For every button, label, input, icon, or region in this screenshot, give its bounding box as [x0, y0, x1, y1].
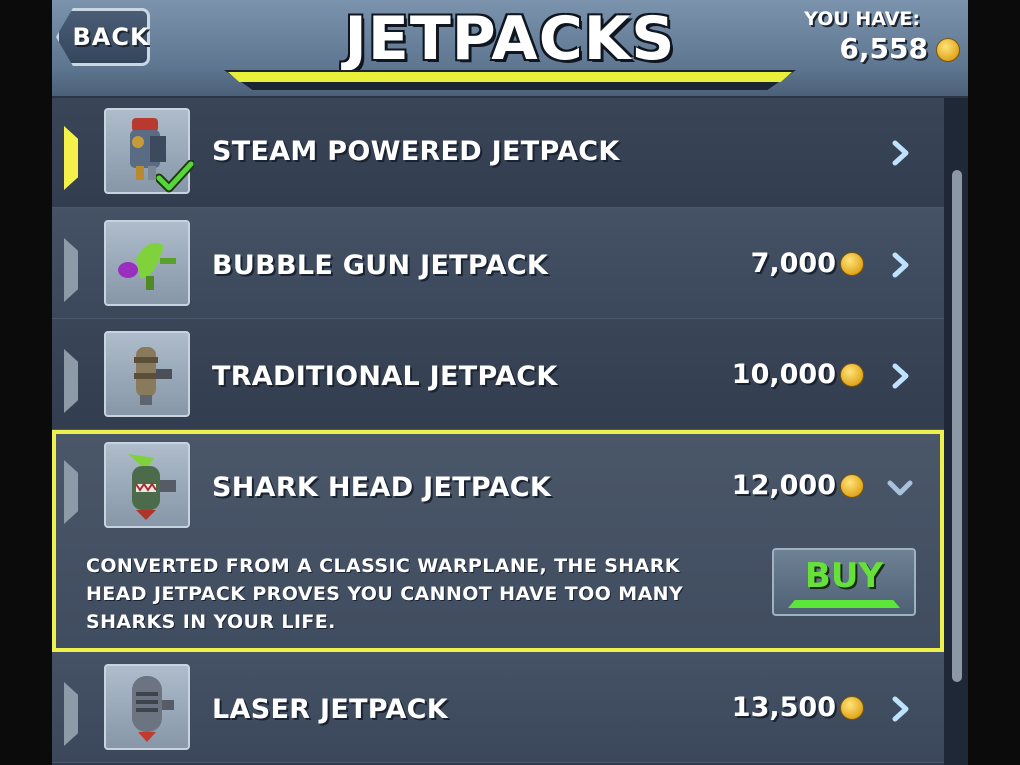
item-name: LASER JETPACK [212, 694, 448, 725]
balance-value: 6,558 [839, 32, 928, 65]
coin-icon [840, 251, 864, 276]
bubble-gun-jetpack-icon [104, 220, 190, 306]
list-item[interactable]: BUBBLE GUN JETPACK 7,000 [52, 208, 944, 319]
list-item[interactable]: TRADITIONAL JETPACK 10,000 [52, 319, 944, 430]
row-marker [64, 682, 78, 746]
title-underline-glow [228, 72, 792, 82]
scrollbar[interactable] [944, 96, 968, 765]
row-marker [64, 349, 78, 413]
item-name: SHARK HEAD JETPACK [212, 472, 552, 503]
buy-button[interactable]: BUY [772, 548, 916, 616]
coin-icon [840, 362, 864, 387]
coin-icon [840, 473, 864, 498]
price-value: 12,000 [731, 470, 836, 501]
list-item-selected[interactable]: SHARK HEAD JETPACK 12,000 CONVERTED FROM… [52, 430, 944, 652]
price-value: 10,000 [731, 359, 836, 390]
chevron-right-icon[interactable] [890, 363, 912, 389]
item-name: BUBBLE GUN JETPACK [212, 250, 549, 281]
checkmark-icon [156, 160, 194, 193]
price: 13,500 [732, 692, 864, 723]
price: 10,000 [732, 359, 864, 390]
laser-jetpack-icon [104, 664, 190, 750]
chevron-down-icon[interactable] [886, 478, 914, 498]
coin-icon [840, 695, 864, 720]
chevron-right-icon[interactable] [890, 252, 912, 278]
item-name: TRADITIONAL JETPACK [212, 361, 558, 392]
chevron-right-icon[interactable] [890, 696, 912, 722]
equipped-marker [64, 126, 78, 190]
traditional-jetpack-icon [104, 331, 190, 417]
list-item[interactable]: LASER JETPACK 13,500 [52, 652, 944, 763]
price: 12,000 [732, 470, 864, 501]
chevron-right-icon[interactable] [890, 140, 912, 166]
buy-label: BUY [804, 556, 884, 596]
price-value: 13,500 [731, 692, 836, 723]
jetpack-list: STEAM POWERED JETPACK BUBBLE GUN JETPACK… [52, 96, 944, 763]
balance-label: YOU HAVE: [804, 8, 920, 30]
item-description: CONVERTED FROM A CLASSIC WARPLANE, THE S… [86, 555, 684, 633]
price-value: 7,000 [750, 248, 836, 279]
row-marker [64, 460, 78, 524]
price: 7,000 [751, 248, 864, 279]
list-item[interactable]: STEAM POWERED JETPACK [52, 96, 944, 208]
shop-screen: BACK JETPACKS YOU HAVE: 6,558 STEAM POWE… [52, 0, 968, 765]
scroll-thumb[interactable] [952, 170, 962, 682]
coin-icon [936, 38, 960, 62]
row-marker [64, 238, 78, 302]
buy-button-bar [788, 600, 900, 608]
shark-head-jetpack-icon [104, 442, 190, 528]
item-name: STEAM POWERED JETPACK [212, 136, 620, 167]
header: BACK JETPACKS YOU HAVE: 6,558 [52, 0, 968, 98]
